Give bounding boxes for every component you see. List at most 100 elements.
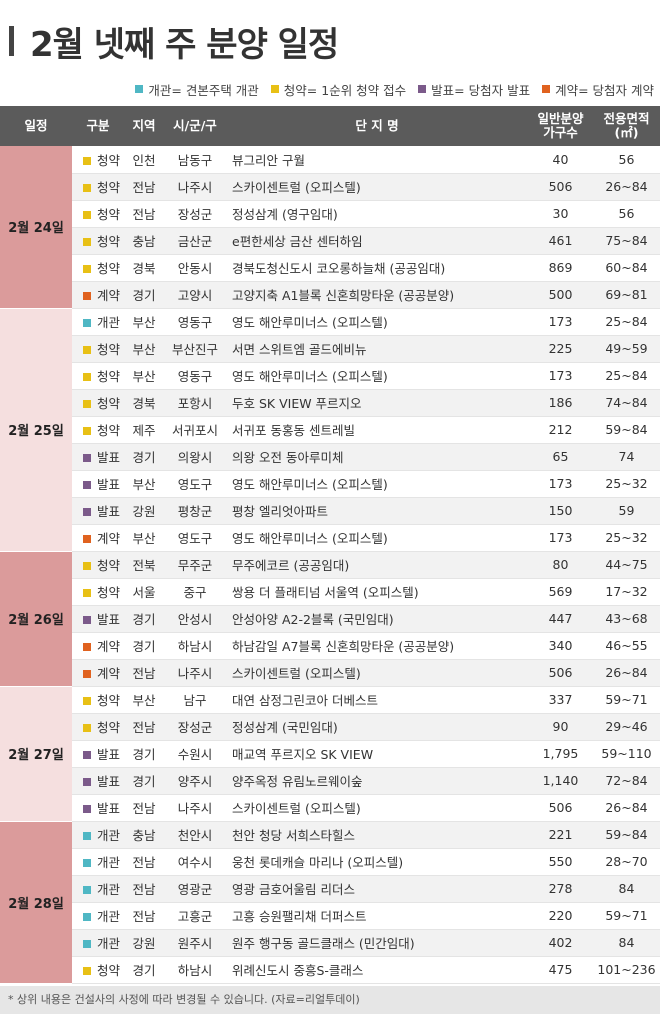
region-cell: 전남 bbox=[124, 713, 164, 741]
complex-name-cell: 매교역 푸르지오 SK VIEW bbox=[226, 740, 528, 768]
type-color-swatch bbox=[83, 724, 91, 732]
region-cell: 경북 bbox=[124, 389, 164, 417]
area-cell: 101~236 bbox=[593, 956, 660, 984]
type-label: 청약 bbox=[97, 152, 121, 168]
units-cell: 80 bbox=[528, 551, 593, 579]
region-cell: 부산 bbox=[124, 686, 164, 714]
type-label: 청약 bbox=[97, 234, 121, 249]
units-cell: 340 bbox=[528, 632, 593, 660]
type-label: 개관 bbox=[97, 315, 121, 330]
city-cell: 하남시 bbox=[164, 956, 226, 984]
table-row: 개관 전남 영광군 영광 금호어울림 리더스 278 84 bbox=[0, 875, 660, 903]
type-color-swatch bbox=[83, 562, 91, 570]
units-cell: 500 bbox=[528, 281, 593, 309]
complex-name-cell: 대연 삼정그린코아 더베스트 bbox=[226, 686, 528, 714]
table-row: 발표 전남 나주시 스카이센트럴 (오피스텔) 506 26~84 bbox=[0, 794, 660, 822]
date-cell: 2월 28일 bbox=[0, 821, 72, 984]
type-label: 발표 bbox=[97, 801, 121, 816]
table-body: 2월 24일 청약 인천 남동구 뷰그리안 구월 40 56 청약 전남 나주시 스카이센트럴 (오… bbox=[0, 146, 660, 984]
table-row: 청약 서울 중구 쌍용 더 플래티넘 서울역 (오피스텔) 569 17~32 bbox=[0, 578, 660, 606]
type-label: 청약 bbox=[97, 693, 121, 708]
type-cell: 청약 bbox=[72, 551, 124, 579]
table-row: 발표 부산 영도구 영도 해안루미너스 (오피스텔) 173 25~32 bbox=[0, 470, 660, 498]
type-cell: 발표 bbox=[72, 740, 124, 768]
city-cell: 부산진구 bbox=[164, 335, 226, 363]
city-cell: 나주시 bbox=[164, 173, 226, 201]
title-bar: 2월 넷째 주 분양 일정 bbox=[0, 0, 660, 80]
area-cell: 84 bbox=[593, 875, 660, 903]
units-cell: 1,140 bbox=[528, 767, 593, 795]
type-cell: 청약 bbox=[72, 254, 124, 282]
complex-name-cell: 고양지축 A1블록 신혼희망타운 (공공분양) bbox=[226, 281, 528, 309]
type-label: 개관 bbox=[97, 828, 121, 843]
type-cell: 계약 bbox=[72, 281, 124, 309]
region-cell: 전북 bbox=[124, 551, 164, 579]
area-cell: 59~71 bbox=[593, 686, 660, 714]
region-cell: 경기 bbox=[124, 632, 164, 660]
table-row: 청약 경기 하남시 위례신도시 중흥S-클래스 475 101~236 bbox=[0, 956, 660, 984]
region-cell: 경기 bbox=[124, 281, 164, 309]
legend-color-swatch bbox=[135, 85, 144, 93]
region-cell: 전남 bbox=[124, 200, 164, 228]
table-row: 발표 경기 양주시 양주옥정 유림노르웨이숲 1,140 72~84 bbox=[0, 767, 660, 795]
region-cell: 부산 bbox=[124, 524, 164, 552]
area-cell: 26~84 bbox=[593, 659, 660, 687]
complex-name-cell: 쌍용 더 플래티넘 서울역 (오피스텔) bbox=[226, 578, 528, 606]
type-color-swatch bbox=[83, 535, 91, 543]
units-cell: 173 bbox=[528, 308, 593, 336]
type-color-swatch bbox=[83, 751, 91, 759]
type-color-swatch bbox=[83, 940, 91, 948]
units-cell: 506 bbox=[528, 173, 593, 201]
type-label: 발표 bbox=[97, 504, 121, 519]
legend-item: 개관= 견본주택 개관 bbox=[135, 80, 259, 99]
type-color-swatch bbox=[83, 292, 91, 300]
complex-name-cell: 뷰그리안 구월 bbox=[226, 146, 528, 174]
area-cell: 60~84 bbox=[593, 254, 660, 282]
city-cell: 영도구 bbox=[164, 524, 226, 552]
region-cell: 경기 bbox=[124, 956, 164, 984]
type-cell: 발표 bbox=[72, 497, 124, 525]
area-cell: 59~71 bbox=[593, 902, 660, 930]
city-cell: 남동구 bbox=[164, 146, 226, 174]
type-color-swatch bbox=[83, 184, 91, 192]
units-cell: 90 bbox=[528, 713, 593, 741]
type-cell: 발표 bbox=[72, 794, 124, 822]
complex-name-cell: 서면 스위트엠 골드에비뉴 bbox=[226, 335, 528, 363]
type-label: 청약 bbox=[97, 207, 121, 222]
units-cell: 447 bbox=[528, 605, 593, 633]
type-label: 청약 bbox=[97, 558, 121, 573]
table-row: 2월 25일 개관 부산 영동구 영도 해안루미너스 (오피스텔) 173 25~84 bbox=[0, 308, 660, 552]
type-cell: 청약 bbox=[72, 200, 124, 228]
units-cell: 225 bbox=[528, 335, 593, 363]
city-cell: 여수시 bbox=[164, 848, 226, 876]
type-cell: 청약 bbox=[72, 956, 124, 984]
city-cell: 안동시 bbox=[164, 254, 226, 282]
type-color-swatch bbox=[83, 454, 91, 462]
area-cell: 26~84 bbox=[593, 173, 660, 201]
complex-name-cell: 영도 해안루미너스 (오피스텔) bbox=[226, 470, 528, 498]
units-cell: 550 bbox=[528, 848, 593, 876]
region-cell: 경기 bbox=[124, 443, 164, 471]
type-label: 청약 bbox=[97, 720, 121, 735]
area-cell: 75~84 bbox=[593, 227, 660, 255]
area-cell: 43~68 bbox=[593, 605, 660, 633]
area-cell: 56 bbox=[593, 146, 660, 174]
type-color-swatch bbox=[83, 265, 91, 273]
type-label: 발표 bbox=[97, 450, 121, 465]
type-cell: 개관 bbox=[72, 848, 124, 876]
region-cell: 경북 bbox=[124, 254, 164, 282]
units-cell: 186 bbox=[528, 389, 593, 417]
header-region: 지역 bbox=[124, 106, 164, 146]
legend-label: 개관= 견본주택 개관 bbox=[148, 82, 259, 98]
area-cell: 59~110 bbox=[593, 740, 660, 768]
type-cell: 계약 bbox=[72, 524, 124, 552]
area-cell: 28~70 bbox=[593, 848, 660, 876]
type-cell: 청약 bbox=[72, 146, 124, 174]
region-cell: 전남 bbox=[124, 848, 164, 876]
region-cell: 경기 bbox=[124, 605, 164, 633]
units-cell: 65 bbox=[528, 443, 593, 471]
city-cell: 하남시 bbox=[164, 632, 226, 660]
region-cell: 전남 bbox=[124, 659, 164, 687]
type-cell: 청약 bbox=[72, 686, 124, 714]
units-cell: 569 bbox=[528, 578, 593, 606]
